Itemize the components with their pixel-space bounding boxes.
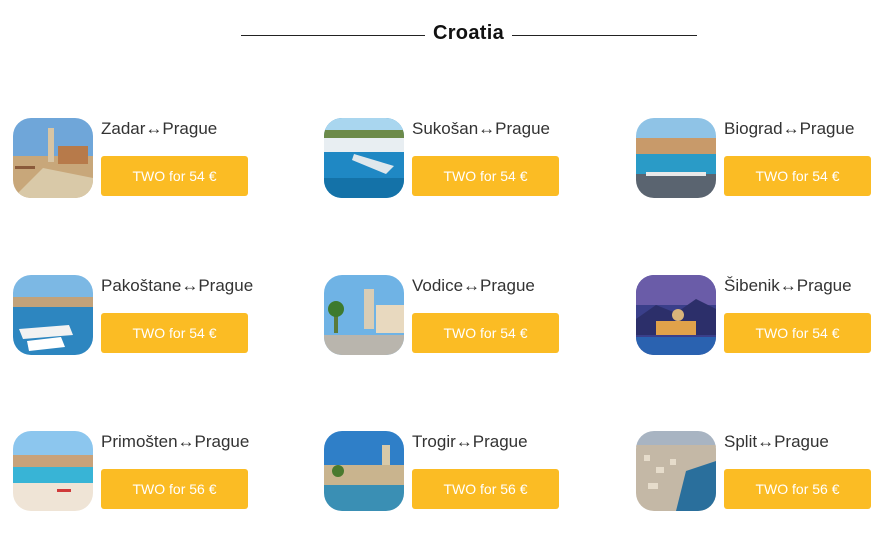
book-button-zadar[interactable]: TWO for 54 € xyxy=(101,156,248,196)
book-button-vodice[interactable]: TWO for 54 € xyxy=(412,313,559,353)
sukosan-thumbnail[interactable] xyxy=(324,118,404,198)
book-button-split[interactable]: TWO for 56 € xyxy=(724,469,871,509)
sibenik-thumbnail[interactable] xyxy=(636,275,716,355)
route-card-primosten: Primošten↔Prague TWO for 56 € xyxy=(13,431,273,513)
vodice-thumbnail[interactable] xyxy=(324,275,404,355)
route-label: Vodice↔Prague xyxy=(412,276,535,295)
route-card-pakostane: Pakoštane↔Prague TWO for 54 € xyxy=(13,275,273,357)
pakostane-thumbnail[interactable] xyxy=(13,275,93,355)
biograd-thumbnail[interactable] xyxy=(636,118,716,198)
primosten-thumbnail[interactable] xyxy=(13,431,93,511)
section-heading: Croatia xyxy=(0,22,885,50)
route-card-vodice: Vodice↔Prague TWO for 54 € xyxy=(324,275,584,357)
route-card-split: Split↔Prague TWO for 56 € xyxy=(636,431,885,513)
book-button-pakostane[interactable]: TWO for 54 € xyxy=(101,313,248,353)
split-thumbnail[interactable] xyxy=(636,431,716,511)
route-card-biograd: Biograd↔Prague TWO for 54 € xyxy=(636,118,885,200)
book-button-sibenik[interactable]: TWO for 54 € xyxy=(724,313,871,353)
route-card-trogir: Trogir↔Prague TWO for 56 € xyxy=(324,431,584,513)
trogir-thumbnail[interactable] xyxy=(324,431,404,511)
book-button-primosten[interactable]: TWO for 56 € xyxy=(101,469,248,509)
route-label: Šibenik↔Prague xyxy=(724,276,852,295)
route-label: Primošten↔Prague xyxy=(101,432,250,451)
route-label: Biograd↔Prague xyxy=(724,119,855,138)
route-label: Sukošan↔Prague xyxy=(412,119,550,138)
heading-divider-right xyxy=(512,35,697,36)
route-card-sibenik: Šibenik↔Prague TWO for 54 € xyxy=(636,275,885,357)
route-label: Split↔Prague xyxy=(724,432,829,451)
section-title: Croatia xyxy=(432,22,504,44)
route-label: Trogir↔Prague xyxy=(412,432,528,451)
route-card-sukosan: Sukošan↔Prague TWO for 54 € xyxy=(324,118,584,200)
book-button-sukosan[interactable]: TWO for 54 € xyxy=(412,156,559,196)
book-button-trogir[interactable]: TWO for 56 € xyxy=(412,469,559,509)
zadar-thumbnail[interactable] xyxy=(13,118,93,198)
route-label: Pakoštane↔Prague xyxy=(101,276,254,295)
route-label: Zadar↔Prague xyxy=(101,119,218,138)
book-button-biograd[interactable]: TWO for 54 € xyxy=(724,156,871,196)
route-card-zadar: Zadar↔Prague TWO for 54 € xyxy=(13,118,273,200)
heading-divider-left xyxy=(241,35,425,36)
